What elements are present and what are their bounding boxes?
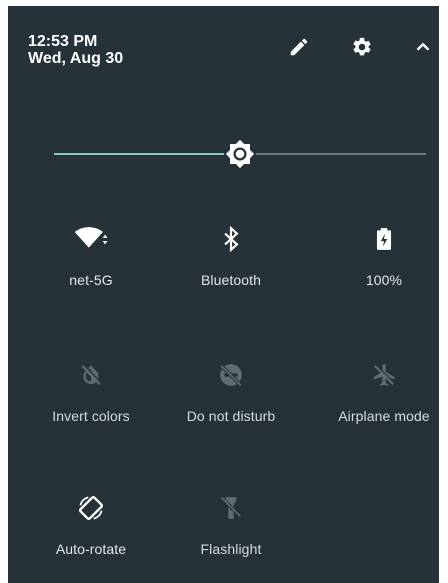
airplane-icon [314, 360, 448, 390]
brightness-icon [225, 139, 255, 169]
status-clock[interactable]: 12:53 PM Wed, Aug 30 [28, 33, 123, 67]
tile-label: Airplane mode [338, 408, 430, 424]
edit-pencil-icon [290, 38, 308, 56]
tile-airplane-mode[interactable]: Airplane mode [314, 360, 448, 424]
tile-label: Bluetooth [200, 272, 262, 288]
date-text: Wed, Aug 30 [28, 50, 124, 67]
quick-settings-panel: 12:53 PM Wed, Aug 30 net-5G Bluetooth 10… [8, 6, 439, 583]
tile-label: Do not disturb [186, 408, 276, 424]
settings-button[interactable] [345, 30, 379, 64]
tile-label: net-5G [69, 272, 113, 288]
wifi-icon [21, 224, 161, 254]
invert-colors-icon [21, 360, 161, 390]
settings-gear-icon [353, 37, 371, 56]
collapse-chevron-up-icon [416, 42, 430, 51]
time-text: 12:53 PM [28, 33, 98, 50]
collapse-button[interactable] [406, 30, 440, 64]
tile-wifi[interactable]: net-5G [21, 224, 161, 288]
flashlight-icon [161, 493, 301, 523]
tile-auto-rotate[interactable]: Auto-rotate [21, 493, 161, 557]
tile-flashlight[interactable]: Flashlight [161, 493, 301, 557]
tile-label: Auto-rotate [55, 541, 127, 557]
tile-do-not-disturb[interactable]: Do not disturb [161, 360, 301, 424]
tile-invert-colors[interactable]: Invert colors [21, 360, 161, 424]
edit-button[interactable] [282, 30, 316, 64]
brightness-slider[interactable] [54, 134, 426, 174]
tile-battery[interactable]: 100% [314, 224, 448, 288]
tile-label: Flashlight [200, 541, 262, 557]
brightness-track-empty [256, 153, 426, 155]
do-not-disturb-icon [161, 360, 301, 390]
battery-charging-icon [314, 224, 448, 254]
auto-rotate-icon [21, 493, 161, 523]
tile-label: 100% [365, 272, 403, 288]
tile-bluetooth[interactable]: Bluetooth [161, 224, 301, 288]
bluetooth-icon [161, 224, 301, 254]
brightness-thumb[interactable] [224, 138, 256, 170]
brightness-track-filled [54, 153, 224, 155]
tile-label: Invert colors [52, 408, 130, 424]
